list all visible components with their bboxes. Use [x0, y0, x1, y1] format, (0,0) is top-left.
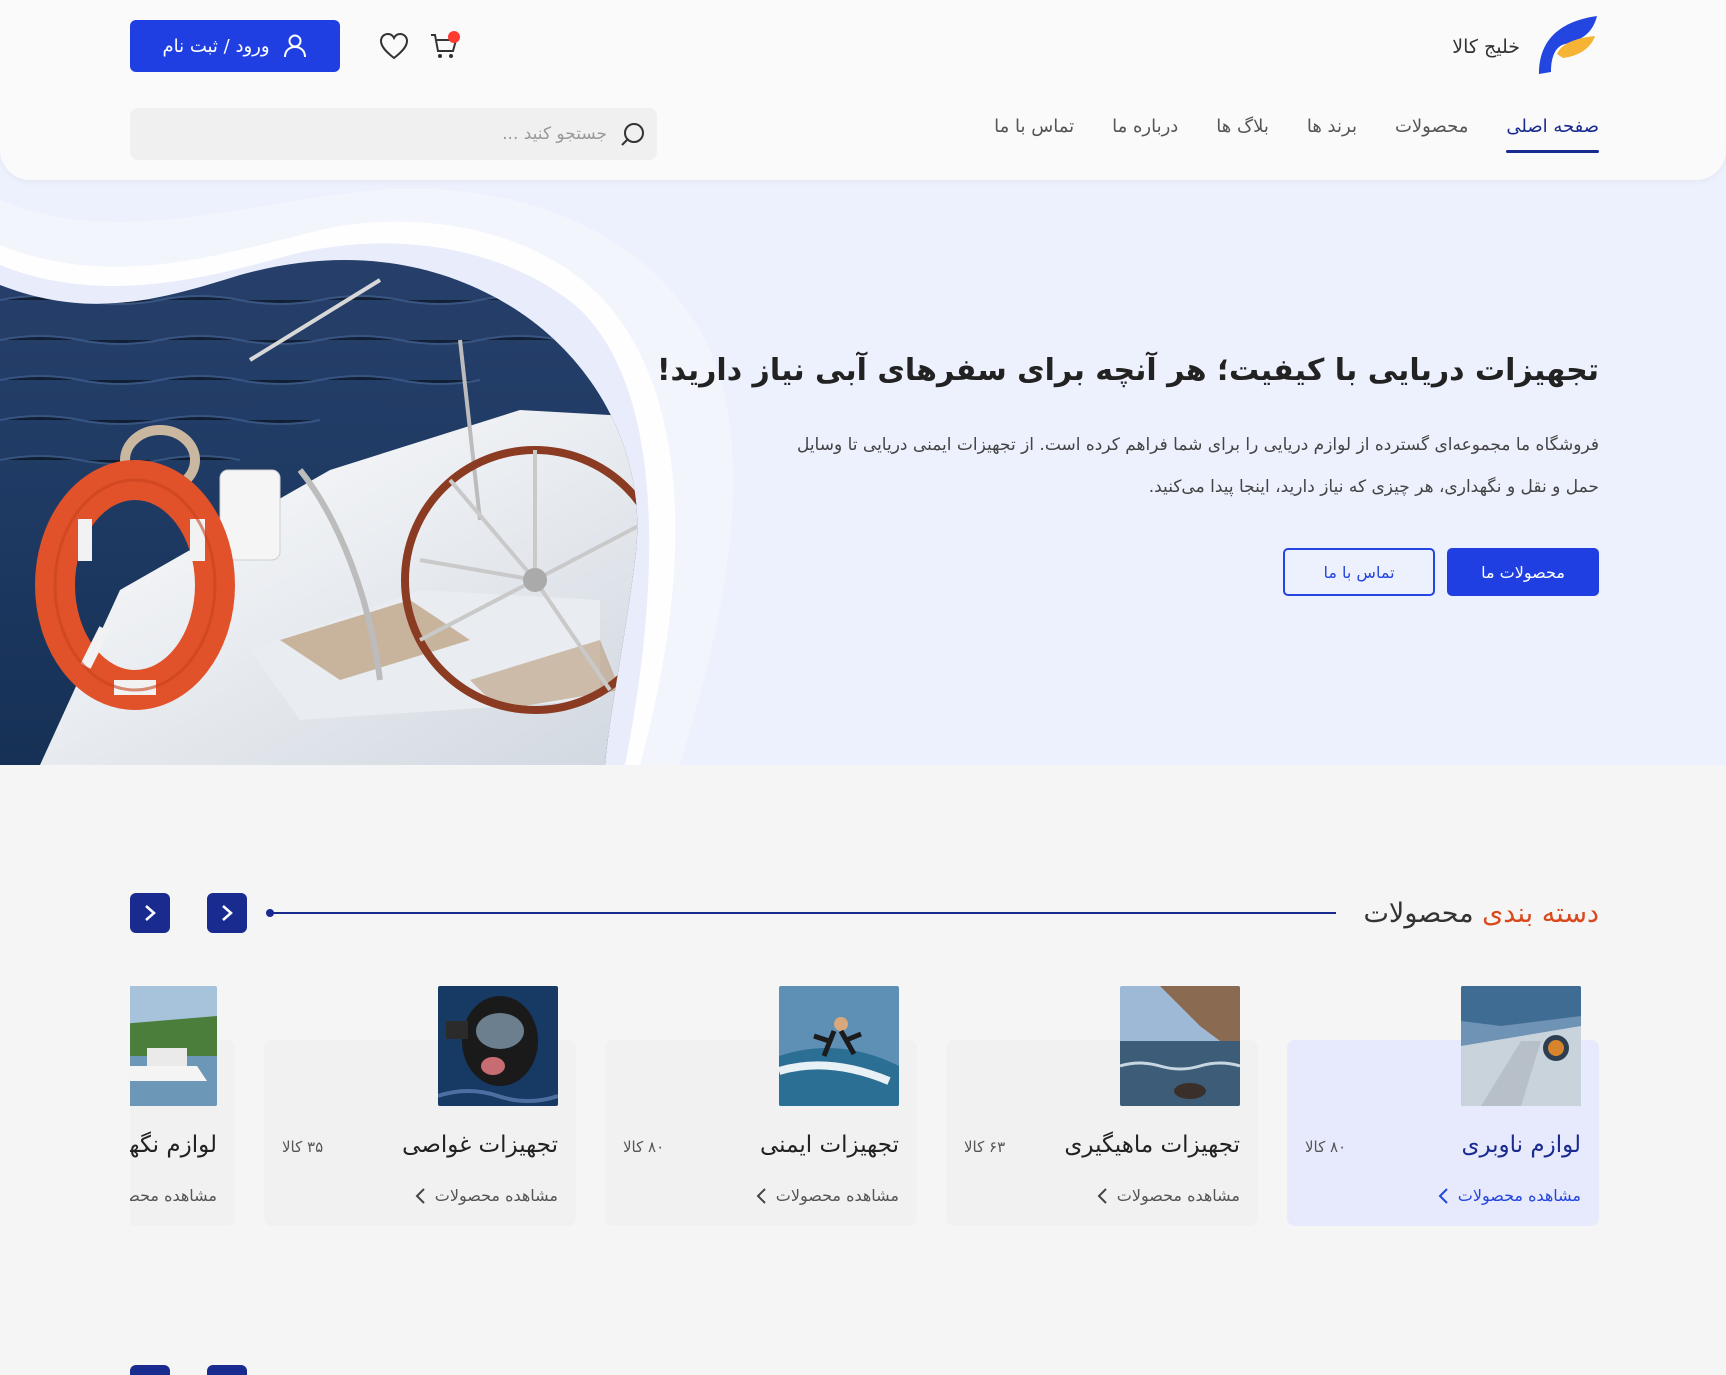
- user-icon: [283, 34, 306, 58]
- category-carousel: لوازم ناوبری ۸۰ کالا مشاهده محصولات تجهی…: [130, 980, 1599, 1240]
- carousel-prev-button[interactable]: [130, 893, 170, 933]
- category-card[interactable]: لوازم نگهداری مشاهده محصولات: [130, 986, 235, 1226]
- login-register-label: ورود / ثبت نام: [162, 35, 270, 57]
- category-name: تجهیزات غواصی: [402, 1132, 558, 1158]
- chevron-left-icon[interactable]: [1094, 1186, 1112, 1206]
- category-image: [1120, 986, 1240, 1106]
- nav-item-products[interactable]: محصولات: [1395, 116, 1468, 153]
- category-card[interactable]: تجهیزات ایمنی ۸۰ کالا مشاهده محصولات: [605, 986, 917, 1226]
- view-products-link[interactable]: مشاهده محصولات: [1458, 1186, 1581, 1205]
- search-icon[interactable]: [619, 121, 647, 149]
- category-card[interactable]: تجهیزات غواصی ۳۵ کالا مشاهده محصولات: [264, 986, 576, 1226]
- our-products-button[interactable]: محصولات ما: [1447, 548, 1599, 596]
- cart-badge: [448, 31, 460, 43]
- brand-logo-icon[interactable]: [1535, 14, 1599, 78]
- category-count: ۳۵ کالا: [282, 1138, 324, 1156]
- category-count: ۸۰ کالا: [1305, 1138, 1347, 1156]
- brand-name[interactable]: خلیج کالا: [1452, 36, 1520, 58]
- chevron-left-icon[interactable]: [753, 1186, 771, 1206]
- nav-item-brands[interactable]: برند ها: [1307, 116, 1357, 153]
- categories-title: دسته بندی محصولات: [1364, 898, 1599, 929]
- nav-item-about[interactable]: درباره ما: [1112, 116, 1178, 153]
- search-box: [130, 108, 657, 160]
- category-image: [779, 986, 899, 1106]
- chevron-left-icon[interactable]: [412, 1186, 430, 1206]
- chevron-right-icon: [145, 905, 156, 921]
- nav-item-blogs[interactable]: بلاگ ها: [1216, 116, 1269, 153]
- next-section-prev-button[interactable]: [130, 1365, 170, 1375]
- category-name: تجهیزات ایمنی: [759, 1132, 899, 1158]
- categories-title-accent: دسته بندی: [1482, 898, 1599, 929]
- category-image: [130, 986, 217, 1106]
- category-card[interactable]: تجهیزات ماهیگیری ۶۳ کالا مشاهده محصولات: [946, 986, 1258, 1226]
- view-products-link[interactable]: مشاهده محصولات: [776, 1186, 899, 1205]
- contact-us-button[interactable]: تماس با ما: [1283, 548, 1435, 596]
- category-count: ۶۳ کالا: [964, 1138, 1006, 1156]
- chevron-left-icon[interactable]: [1435, 1186, 1453, 1206]
- wishlist-heart-icon[interactable]: [377, 29, 411, 63]
- category-name: لوازم نگهداری: [130, 1132, 217, 1158]
- main-nav: صفحه اصلی محصولات برند ها بلاگ ها درباره…: [994, 116, 1599, 153]
- hero-title: تجهیزات دریایی با کیفیت؛ هر آنچه برای سف…: [656, 353, 1599, 388]
- category-image: [438, 986, 558, 1106]
- view-products-link[interactable]: مشاهده محصولات: [1117, 1186, 1240, 1205]
- view-products-link[interactable]: مشاهده محصولات: [435, 1186, 558, 1205]
- chevron-right-icon: [222, 905, 233, 921]
- carousel-next-button[interactable]: [207, 893, 247, 933]
- category-image: [1461, 986, 1581, 1106]
- section-divider-dot: [266, 909, 274, 917]
- categories-title-rest: محصولات: [1363, 898, 1483, 929]
- nav-item-contact[interactable]: تماس با ما: [994, 116, 1074, 153]
- view-products-link[interactable]: مشاهده محصولات: [130, 1186, 217, 1205]
- category-name: لوازم ناوبری: [1461, 1132, 1581, 1158]
- category-card[interactable]: لوازم ناوبری ۸۰ کالا مشاهده محصولات: [1287, 986, 1599, 1226]
- category-count: ۸۰ کالا: [623, 1138, 665, 1156]
- hero-description: فروشگاه ما مجموعه‌ای گسترده از لوازم دری…: [796, 435, 1599, 497]
- nav-item-home[interactable]: صفحه اصلی: [1506, 116, 1599, 153]
- category-name: تجهیزات ماهیگیری: [1064, 1132, 1240, 1158]
- search-input[interactable]: [167, 108, 607, 160]
- next-section-next-button[interactable]: [207, 1365, 247, 1375]
- login-register-button[interactable]: ورود / ثبت نام: [130, 20, 340, 72]
- site-header: خلیج کالا ورود / ثبت نام صفحه اصلی محصول…: [0, 0, 1726, 180]
- section-divider: [268, 912, 1336, 914]
